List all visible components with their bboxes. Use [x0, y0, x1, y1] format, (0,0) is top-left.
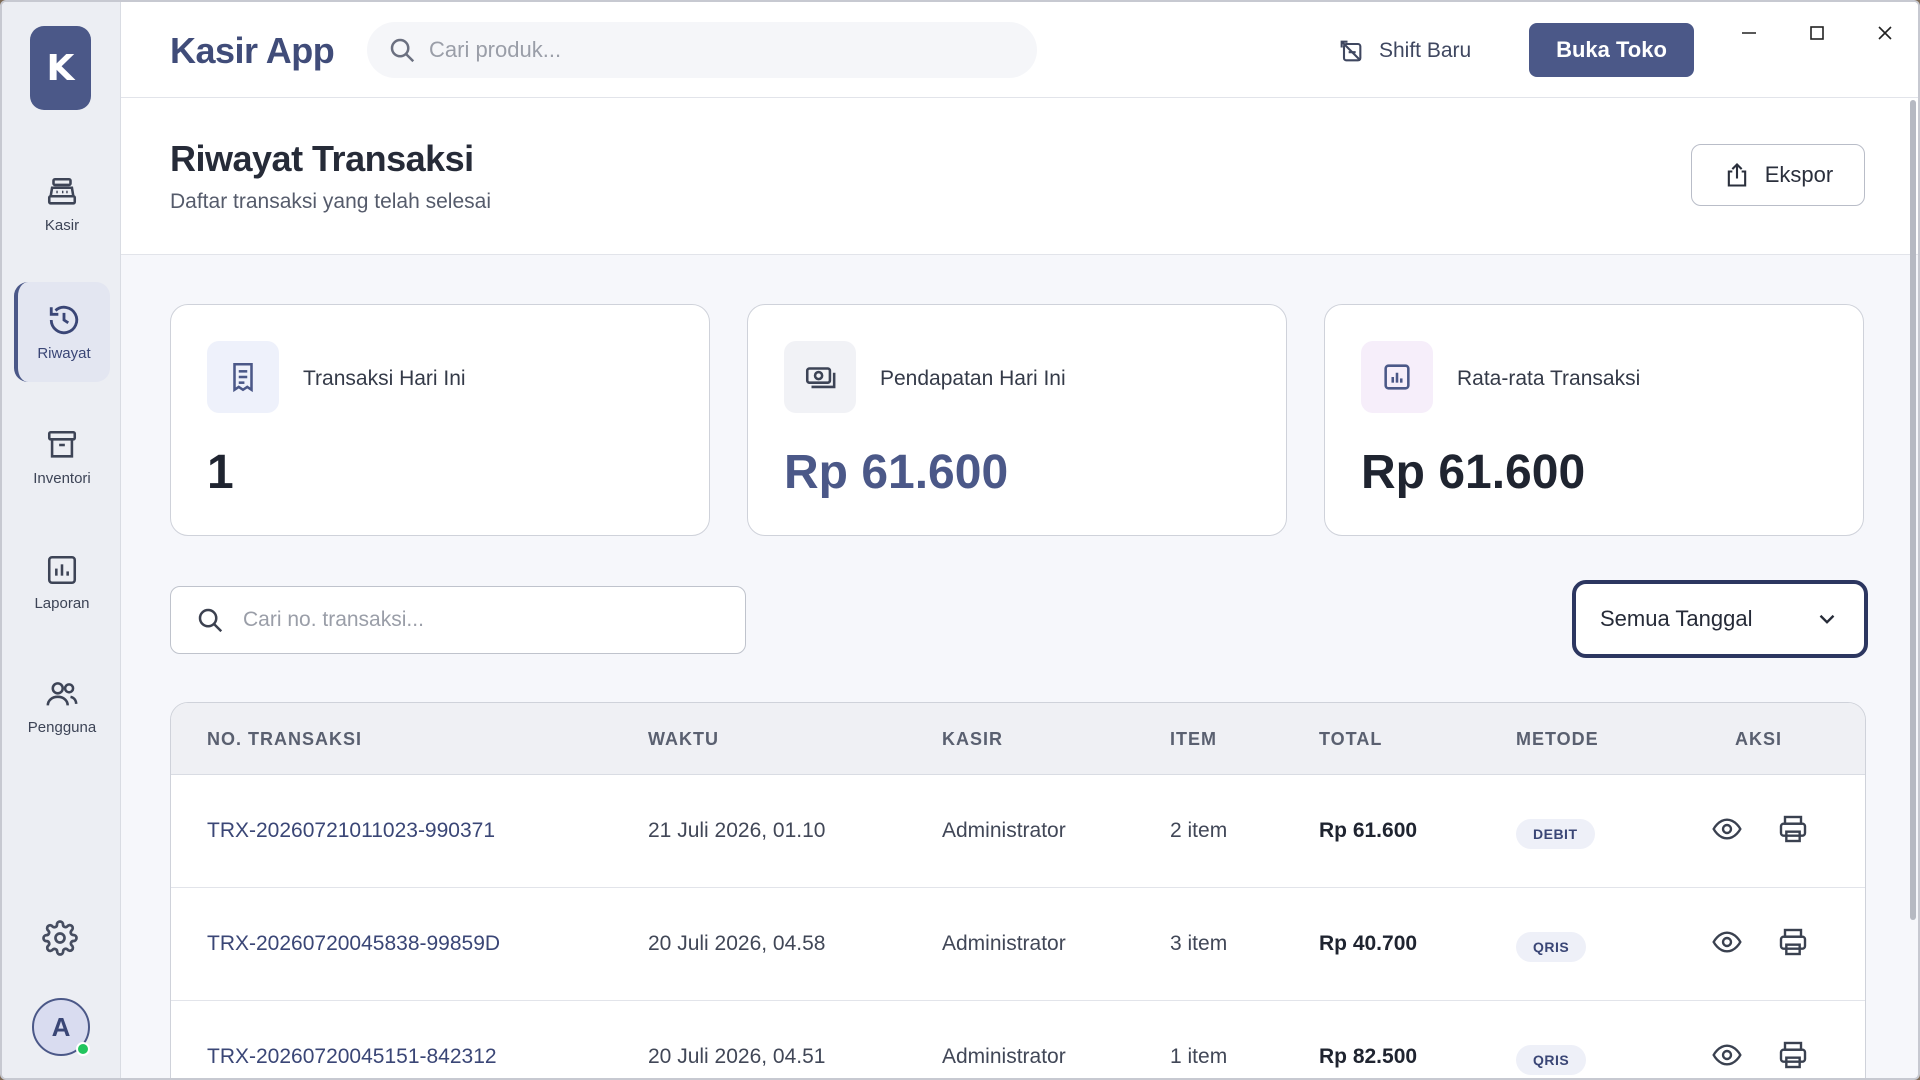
sidebar-item-label: Inventori	[33, 469, 91, 487]
sidebar: K Kasir Riwayat Inventori Laporan Penggu…	[2, 2, 121, 1078]
bar-chart-icon	[47, 555, 77, 584]
receipt-icon	[233, 362, 253, 393]
page-header: Riwayat Transaksi Daftar transaksi yang …	[121, 98, 1918, 255]
transaction-search[interactable]	[170, 586, 746, 654]
share-upload-icon	[1727, 163, 1746, 187]
transaction-time: 20 Juli 2026, 04.51	[648, 1045, 826, 1068]
report-chart-icon	[1384, 364, 1410, 390]
new-shift-button[interactable]: Shift Baru	[1337, 28, 1471, 74]
print-icon[interactable]	[1777, 813, 1809, 845]
payment-method-badge: QRIS	[1516, 932, 1587, 962]
online-status-dot	[76, 1042, 90, 1056]
column-header: NO. TRANSAKSI	[207, 729, 363, 749]
stat-card-transactions-today: Transaksi Hari Ini 1	[170, 304, 710, 536]
users-icon	[46, 681, 78, 705]
transaction-id[interactable]: TRX-20260720045838-99859D	[207, 932, 500, 956]
transaction-time: 20 Juli 2026, 04.58	[648, 932, 826, 955]
stat-value: Rp 61.600	[1361, 446, 1586, 499]
transaction-id[interactable]: TRX-20260721011023-990371	[207, 819, 495, 843]
view-eye-icon[interactable]	[1711, 1039, 1743, 1071]
transaction-items: 3 item	[1170, 932, 1228, 955]
page-title: Riwayat Transaksi	[170, 138, 474, 179]
sidebar-item-laporan[interactable]: Laporan	[14, 532, 110, 632]
maximize-button[interactable]	[1790, 12, 1844, 54]
date-filter-value: Semua Tanggal	[1600, 606, 1753, 631]
print-icon[interactable]	[1777, 926, 1809, 958]
transaction-items: 1 item	[1170, 1045, 1228, 1068]
transaction-search-input[interactable]	[243, 608, 723, 632]
column-header: METODE	[1516, 729, 1599, 749]
stat-icon-box	[1361, 341, 1433, 413]
transaction-cashier: Administrator	[942, 1045, 1066, 1068]
stat-value: Rp 61.600	[784, 446, 1009, 499]
product-search[interactable]	[367, 22, 1037, 78]
transaction-total: Rp 40.700	[1319, 932, 1418, 955]
transaction-total: Rp 82.500	[1319, 1045, 1418, 1068]
transaction-table: NO. TRANSAKSI WAKTU KASIR ITEM TOTAL MET…	[170, 702, 1866, 1078]
sidebar-item-label: Laporan	[34, 594, 90, 612]
search-icon	[198, 608, 223, 633]
transaction-items: 2 item	[1170, 819, 1228, 842]
app-title: Kasir App	[170, 30, 335, 71]
archive-box-icon	[47, 430, 77, 458]
column-header: TOTAL	[1319, 729, 1383, 749]
export-button[interactable]: Ekspor	[1691, 144, 1865, 206]
app-window: K Kasir Riwayat Inventori Laporan Penggu…	[0, 0, 1920, 1080]
sidebar-item-riwayat[interactable]: Riwayat	[14, 282, 110, 382]
main-scrollbar[interactable]	[1910, 100, 1916, 920]
stat-label: Pendapatan Hari Ini	[880, 367, 1066, 390]
table-row[interactable]: TRX-20260720045151-842312 20 Juli 2026, …	[171, 1001, 1865, 1078]
transaction-total: Rp 61.600	[1319, 819, 1418, 842]
maximize-icon	[1810, 26, 1824, 40]
transaction-cashier: Administrator	[942, 819, 1066, 842]
export-label: Ekspor	[1764, 162, 1834, 187]
cash-register-icon	[47, 177, 77, 205]
minimize-icon	[1742, 32, 1756, 34]
stat-card-revenue-today: Pendapatan Hari Ini Rp 61.600	[747, 304, 1287, 536]
table-row[interactable]: TRX-20260720045838-99859D 20 Juli 2026, …	[171, 888, 1865, 1001]
sidebar-item-inventori[interactable]: Inventori	[14, 407, 110, 507]
transaction-cashier: Administrator	[942, 932, 1066, 955]
stat-value: 1	[207, 446, 234, 499]
new-shift-label: Shift Baru	[1379, 39, 1472, 62]
view-eye-icon[interactable]	[1711, 926, 1743, 958]
search-icon	[390, 38, 415, 63]
top-bar: Kasir App Shift Baru Buka Toko	[121, 2, 1918, 98]
payment-method-badge: QRIS	[1516, 1045, 1587, 1075]
chevron-down-icon	[1819, 614, 1835, 624]
view-eye-icon[interactable]	[1711, 813, 1743, 845]
date-filter-select[interactable]: Semua Tanggal	[1572, 580, 1868, 658]
cash-icon	[805, 367, 836, 389]
history-icon	[49, 305, 79, 334]
stat-card-average-transaction: Rata-rata Transaksi Rp 61.600	[1324, 304, 1864, 536]
print-icon[interactable]	[1777, 1039, 1809, 1071]
stat-icon-box	[784, 341, 856, 413]
table-header: NO. TRANSAKSI WAKTU KASIR ITEM TOTAL MET…	[171, 703, 1865, 775]
transaction-id[interactable]: TRX-20260720045151-842312	[207, 1045, 497, 1069]
page-subtitle: Daftar transaksi yang telah selesai	[170, 190, 491, 213]
stat-label: Transaksi Hari Ini	[303, 367, 466, 390]
open-store-button[interactable]: Buka Toko	[1529, 23, 1694, 77]
transaction-time: 21 Juli 2026, 01.10	[648, 819, 826, 842]
product-search-input[interactable]	[429, 37, 989, 63]
column-header: ITEM	[1170, 729, 1217, 749]
close-icon	[1878, 26, 1892, 40]
shift-change-icon	[1340, 40, 1362, 62]
table-row[interactable]: TRX-20260721011023-990371 21 Juli 2026, …	[171, 775, 1865, 888]
minimize-button[interactable]	[1722, 12, 1776, 54]
sidebar-item-kasir[interactable]: Kasir	[14, 154, 110, 254]
column-header: WAKTU	[648, 729, 719, 749]
sidebar-item-label: Kasir	[44, 216, 80, 234]
payment-method-badge: DEBIT	[1516, 819, 1595, 849]
app-logo[interactable]: K	[30, 26, 91, 110]
sidebar-item-pengguna[interactable]: Pengguna	[14, 656, 110, 756]
column-header: AKSI	[1735, 729, 1783, 749]
close-window-button[interactable]	[1858, 12, 1912, 54]
column-header: KASIR	[942, 729, 1004, 749]
gear-icon[interactable]	[42, 920, 78, 956]
sidebar-item-label: Riwayat	[37, 344, 91, 362]
stat-icon-box	[207, 341, 279, 413]
stat-label: Rata-rata Transaksi	[1457, 367, 1641, 390]
sidebar-item-label: Pengguna	[27, 718, 97, 736]
